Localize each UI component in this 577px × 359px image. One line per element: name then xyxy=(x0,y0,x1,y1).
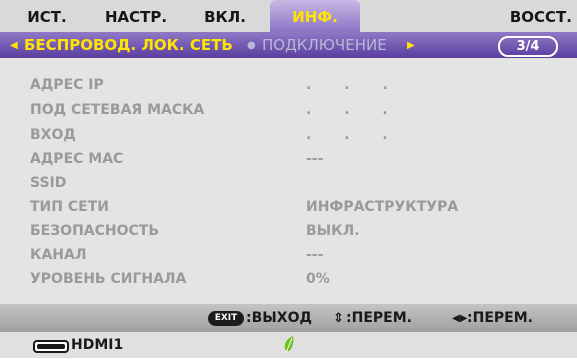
info-row-gateway: ВХОД . . . xyxy=(0,123,577,147)
info-row-signal: УРОВЕНЬ СИГНАЛА 0% xyxy=(0,267,577,291)
info-row-network-type: ТИП СЕТИ ИНФРАСТРУКТУРА xyxy=(0,195,577,219)
submenu-bar: ◀ БЕСПРОВОД. ЛОК. СЕТЬ ● ПОДКЛЮЧЕНИЕ ▶ 3… xyxy=(0,32,577,58)
info-row-mac: АДРЕС МАС --- xyxy=(0,147,577,171)
info-row-ssid: SSID xyxy=(0,171,577,195)
signal-level-value: 0% xyxy=(306,271,330,287)
ip-address-label: АДРЕС IP xyxy=(30,77,104,93)
exit-key-icon: EXIT xyxy=(208,311,244,326)
updown-hint: :ПЕРЕМ. xyxy=(346,310,412,326)
tab-setup[interactable]: НАСТР. xyxy=(90,0,182,32)
page-counter: 3/4 xyxy=(498,36,558,57)
mac-address-label: АДРЕС МАС xyxy=(30,151,124,167)
right-arrow-icon[interactable]: ▶ xyxy=(407,32,415,59)
channel-value: --- xyxy=(306,247,324,263)
network-type-value: ИНФРАСТРУКТУРА xyxy=(306,199,459,215)
leftright-hint: :ПЕРЕМ. xyxy=(467,310,533,326)
gateway-label: ВХОД xyxy=(30,127,76,143)
tab-info[interactable]: ИНФ. xyxy=(270,0,360,32)
info-row-ip: АДРЕС IP . . . xyxy=(0,73,577,97)
subnet-mask-value: . . . xyxy=(306,102,402,118)
tab-reset[interactable]: ВОССТ. xyxy=(474,0,572,32)
info-row-subnet: ПОД СЕТЕВАЯ МАСКА . . . xyxy=(0,98,577,122)
left-right-arrows-icon: ◀▶ xyxy=(452,313,468,324)
left-arrow-icon[interactable]: ◀ xyxy=(10,32,18,59)
ip-address-value: . . . xyxy=(306,77,402,93)
info-row-security: БЕЗОПАСНОСТЬ ВЫКЛ. xyxy=(0,219,577,243)
security-value: ВЫКЛ. xyxy=(306,223,360,239)
menu-tabs: ИСТ. НАСТР. ВКЛ. ИНФ. ВОССТ. xyxy=(0,0,577,32)
subnet-mask-label: ПОД СЕТЕВАЯ МАСКА xyxy=(30,102,205,118)
submenu-separator-dot: ● xyxy=(247,40,256,51)
status-bar: HDMI1 xyxy=(0,332,577,358)
up-down-arrows-icon: ⇕ xyxy=(333,311,344,326)
projector-osd-menu: ИСТ. НАСТР. ВКЛ. ИНФ. ВОССТ. ◀ БЕСПРОВОД… xyxy=(0,0,577,358)
gateway-value: . . . xyxy=(306,127,402,143)
exit-hint: :ВЫХОД xyxy=(246,310,312,326)
ssid-label: SSID xyxy=(30,175,67,191)
mac-address-value: --- xyxy=(306,151,324,167)
network-type-label: ТИП СЕТИ xyxy=(30,199,109,215)
submenu-wireless-lan[interactable]: БЕСПРОВОД. ЛОК. СЕТЬ xyxy=(24,32,233,59)
eco-leaf-icon xyxy=(284,336,294,354)
tab-on[interactable]: ВКЛ. xyxy=(186,0,264,32)
tab-source[interactable]: ИСТ. xyxy=(8,0,86,32)
input-source-label: HDMI1 xyxy=(71,337,124,353)
info-panel: АДРЕС IP . . . ПОД СЕТЕВАЯ МАСКА . . . В… xyxy=(0,58,577,304)
key-guide-bar: EXIT :ВЫХОД ⇕ :ПЕРЕМ. ◀▶ :ПЕРЕМ. xyxy=(0,304,577,332)
signal-level-label: УРОВЕНЬ СИГНАЛА xyxy=(30,271,187,287)
info-row-channel: КАНАЛ --- xyxy=(0,243,577,267)
submenu-connection[interactable]: ПОДКЛЮЧЕНИЕ xyxy=(262,32,387,59)
security-label: БЕЗОПАСНОСТЬ xyxy=(30,223,160,239)
channel-label: КАНАЛ xyxy=(30,247,87,263)
hdmi-connector-icon xyxy=(33,340,69,353)
